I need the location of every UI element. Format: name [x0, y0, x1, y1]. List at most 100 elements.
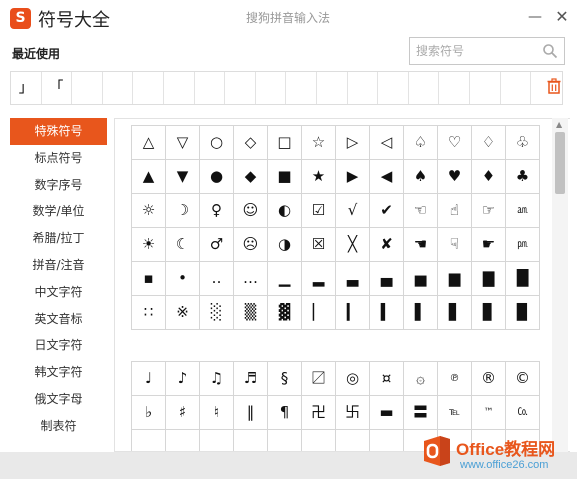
symbol-cell[interactable]: ▷: [336, 126, 370, 160]
symbol-cell[interactable]: ☺: [234, 194, 268, 228]
recent-symbol-cell[interactable]: [256, 72, 287, 104]
symbol-cell[interactable]: ☞: [472, 194, 506, 228]
symbol-cell[interactable]: ░: [200, 296, 234, 330]
symbol-cell[interactable]: ▄: [370, 262, 404, 296]
symbol-cell[interactable]: ☝: [438, 194, 472, 228]
symbol-cell[interactable]: ◀: [370, 160, 404, 194]
recent-symbol-cell[interactable]: [133, 72, 164, 104]
symbol-cell[interactable]: ♀: [200, 194, 234, 228]
symbol-cell[interactable]: 卐: [336, 396, 370, 430]
symbol-cell[interactable]: ♮: [200, 396, 234, 430]
symbol-cell[interactable]: ¶: [268, 396, 302, 430]
symbol-cell[interactable]: •: [166, 262, 200, 296]
symbol-cell[interactable]: ▆: [438, 262, 472, 296]
symbol-cell[interactable]: ▶: [336, 160, 370, 194]
symbol-cell[interactable]: ♢: [472, 126, 506, 160]
recent-symbol-cell[interactable]: 「: [42, 72, 73, 104]
category-item[interactable]: 希腊/拉丁: [10, 225, 107, 252]
recent-symbol-cell[interactable]: [409, 72, 440, 104]
symbol-cell[interactable]: ▇: [472, 262, 506, 296]
symbol-cell[interactable]: ▃: [336, 262, 370, 296]
symbol-cell[interactable]: ㏂: [506, 194, 540, 228]
search-input[interactable]: [416, 41, 536, 61]
symbol-cell[interactable]: [132, 430, 166, 451]
scroll-thumb[interactable]: [555, 132, 565, 194]
symbol-cell[interactable]: ▍: [370, 296, 404, 330]
symbol-cell[interactable]: ¤: [370, 362, 404, 396]
symbol-cell[interactable]: ▂: [302, 262, 336, 296]
category-item[interactable]: 日文字符: [10, 332, 107, 359]
symbol-cell[interactable]: ▉: [506, 296, 540, 330]
symbol-cell[interactable]: ♪: [166, 362, 200, 396]
symbol-cell[interactable]: ◆: [234, 160, 268, 194]
symbol-cell[interactable]: ®: [472, 362, 506, 396]
symbol-cell[interactable]: ♠: [404, 160, 438, 194]
symbol-cell[interactable]: ■: [268, 160, 302, 194]
symbol-cell[interactable]: ♬: [234, 362, 268, 396]
symbol-cell[interactable]: …: [234, 262, 268, 296]
symbol-cell[interactable]: ▋: [438, 296, 472, 330]
recent-symbol-cell[interactable]: 」: [11, 72, 42, 104]
symbol-cell[interactable]: ™: [472, 396, 506, 430]
category-item[interactable]: 数学/单位: [10, 198, 107, 225]
category-item[interactable]: 制表符: [10, 413, 107, 440]
symbol-cell[interactable]: ▓: [268, 296, 302, 330]
symbol-cell[interactable]: ♩: [132, 362, 166, 396]
symbol-cell[interactable]: ▪: [132, 262, 166, 296]
symbol-cell[interactable]: ▊: [472, 296, 506, 330]
symbol-cell[interactable]: ☑: [302, 194, 336, 228]
symbol-cell[interactable]: [234, 430, 268, 451]
symbol-cell[interactable]: ✘: [370, 228, 404, 262]
recent-symbol-cell[interactable]: [501, 72, 532, 104]
symbol-cell[interactable]: ◐: [268, 194, 302, 228]
symbol-cell[interactable]: ‖: [234, 396, 268, 430]
symbol-cell[interactable]: ♭: [132, 396, 166, 430]
symbol-cell[interactable]: ▲: [132, 160, 166, 194]
symbol-cell[interactable]: ۞: [404, 362, 438, 396]
category-item[interactable]: 标点符号: [10, 145, 107, 172]
symbol-cell[interactable]: ☾: [166, 228, 200, 262]
symbol-cell[interactable]: ◑: [268, 228, 302, 262]
symbol-cell[interactable]: ©: [506, 362, 540, 396]
symbol-cell[interactable]: ◇: [234, 126, 268, 160]
recent-symbol-cell[interactable]: [195, 72, 226, 104]
symbol-cell[interactable]: [200, 430, 234, 451]
symbol-cell[interactable]: ☽: [166, 194, 200, 228]
symbol-cell[interactable]: [268, 430, 302, 451]
symbol-cell[interactable]: ☀: [132, 228, 166, 262]
vertical-scrollbar[interactable]: ▲: [552, 118, 568, 452]
symbol-cell[interactable]: ☜: [404, 194, 438, 228]
symbol-cell[interactable]: ☹: [234, 228, 268, 262]
symbol-cell[interactable]: ▁: [268, 262, 302, 296]
symbol-cell[interactable]: ♥: [438, 160, 472, 194]
symbol-cell[interactable]: ▅: [404, 262, 438, 296]
symbol-cell[interactable]: ▏: [302, 296, 336, 330]
symbol-cell[interactable]: ★: [302, 160, 336, 194]
symbol-cell[interactable]: ▌: [404, 296, 438, 330]
symbol-cell[interactable]: ※: [166, 296, 200, 330]
category-item[interactable]: 特殊符号: [10, 118, 107, 145]
symbol-cell[interactable]: ✔: [370, 194, 404, 228]
symbol-cell[interactable]: ▬: [370, 396, 404, 430]
symbol-cell[interactable]: ☼: [132, 194, 166, 228]
symbol-cell[interactable]: ▽: [166, 126, 200, 160]
symbol-cell[interactable]: ☛: [472, 228, 506, 262]
category-item[interactable]: 英文音标: [10, 306, 107, 333]
category-item[interactable]: 韩文字符: [10, 359, 107, 386]
symbol-cell[interactable]: ㏘: [506, 228, 540, 262]
recent-symbol-cell[interactable]: [348, 72, 379, 104]
recent-symbol-cell[interactable]: [225, 72, 256, 104]
scroll-up-arrow-icon[interactable]: ▲: [556, 120, 562, 129]
symbol-cell[interactable]: √: [336, 194, 370, 228]
symbol-cell[interactable]: ☆: [302, 126, 336, 160]
symbol-cell[interactable]: §: [268, 362, 302, 396]
symbol-cell[interactable]: ☚: [404, 228, 438, 262]
symbol-cell[interactable]: ☒: [302, 228, 336, 262]
category-item[interactable]: 俄文字母: [10, 386, 107, 413]
category-item[interactable]: 中文字符: [10, 279, 107, 306]
symbol-cell[interactable]: ℡: [438, 396, 472, 430]
symbol-cell[interactable]: ♫: [200, 362, 234, 396]
symbol-cell[interactable]: ▎: [336, 296, 370, 330]
symbol-cell[interactable]: ♦: [472, 160, 506, 194]
close-button[interactable]: ✕: [551, 6, 573, 28]
